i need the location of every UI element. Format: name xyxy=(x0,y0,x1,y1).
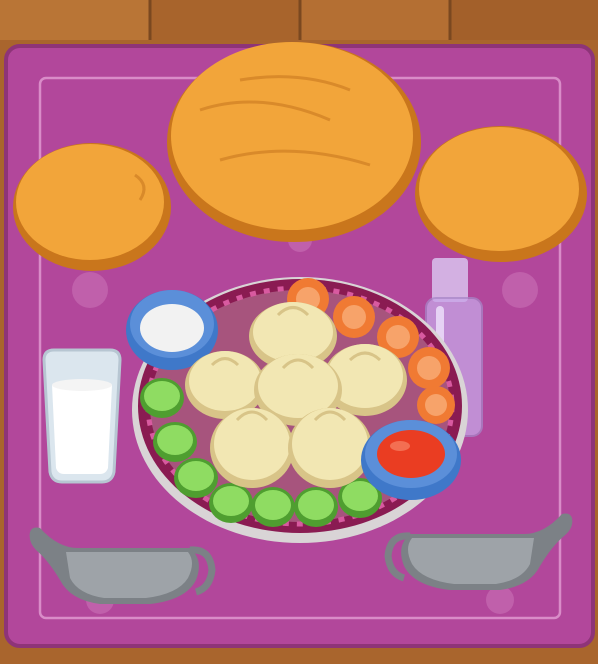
cucumber-slice xyxy=(153,422,197,462)
chili-sauce-bowl[interactable] xyxy=(361,420,461,500)
carrot-slice xyxy=(333,296,375,338)
dumpling xyxy=(288,408,372,488)
wooden-board-right[interactable] xyxy=(415,126,587,262)
table-scene xyxy=(0,0,598,664)
dumpling xyxy=(210,408,294,488)
cucumber-slice xyxy=(251,487,295,527)
cucumber-slice xyxy=(174,458,218,498)
carrot-slice xyxy=(417,386,455,424)
cucumber-slice xyxy=(209,483,253,523)
wooden-board-left[interactable] xyxy=(13,143,171,271)
milk-glass[interactable] xyxy=(42,348,122,484)
wooden-board-large[interactable] xyxy=(167,42,421,242)
game-scene xyxy=(0,0,598,664)
cucumber-slice xyxy=(294,487,338,527)
carrot-slice xyxy=(408,347,450,389)
cucumber-slice xyxy=(140,378,184,418)
